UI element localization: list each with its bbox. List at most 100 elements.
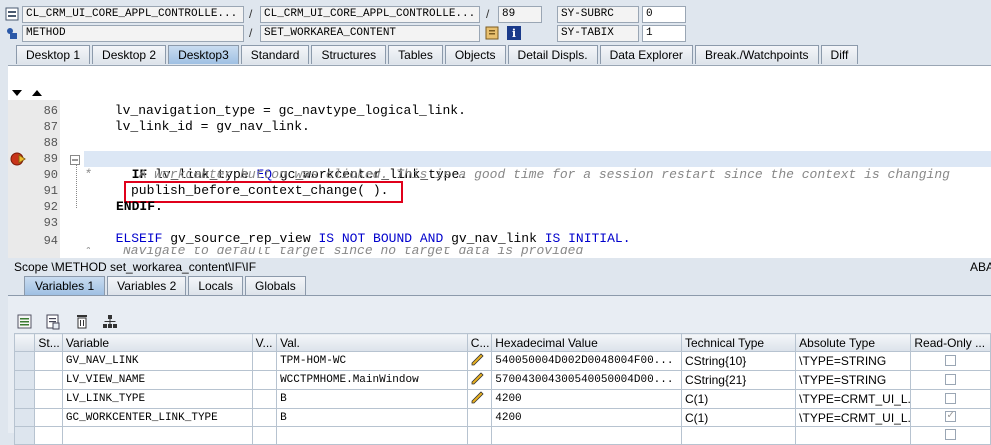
table-row[interactable] <box>13 426 991 445</box>
code-line-86[interactable]: lv_navigation_type = gc_navtype_logical_… <box>68 103 466 119</box>
cell-variable[interactable]: LV_VIEW_NAME <box>61 370 253 390</box>
variables-table: St... Variable V... Val. C... Hexadecima… <box>13 333 991 445</box>
column-c[interactable]: C... <box>466 333 493 352</box>
cell-val[interactable]: B <box>276 408 468 427</box>
cell-v <box>251 408 278 427</box>
code-line-93[interactable]: ELSEIF gv_source_rep_view IS NOT BOUND A… <box>100 215 631 246</box>
code-text: gv_source_rep_view <box>162 231 319 246</box>
cell-variable[interactable]: GV_NAV_LINK <box>61 351 253 371</box>
editor-clip: * Navigate to default target since no ta… <box>68 247 991 257</box>
tab-variables-1[interactable]: Variables 1 <box>24 276 106 295</box>
code-line-95-comment[interactable]: * Navigate to default target since no ta… <box>84 247 583 257</box>
line-field[interactable]: 89 <box>498 6 542 23</box>
pencil-icon[interactable] <box>471 372 485 389</box>
tab-desktop-2[interactable]: Desktop 2 <box>92 45 167 64</box>
new-tool-icon[interactable] <box>44 313 62 331</box>
cell-variable[interactable]: LV_LINK_TYPE <box>61 389 253 409</box>
pencil-icon[interactable] <box>471 391 485 408</box>
table-row[interactable]: LV_VIEW_NAME WCCTPMHOME.MainWindow 57004… <box>13 370 991 390</box>
column-technical-type[interactable]: Technical Type <box>680 333 797 352</box>
code-line-91[interactable]: publish_before_context_change( ). <box>131 183 388 199</box>
event-type-field[interactable]: METHOD <box>22 25 244 42</box>
tab-structures[interactable]: Structures <box>311 45 387 64</box>
scope-right-text: ABA <box>970 260 991 274</box>
code-line-89[interactable]: IF lv_link_type EQ gc_workcenter_link_ty… <box>116 151 467 182</box>
read-only-checkbox-checked[interactable]: ✓ <box>945 411 957 423</box>
tab-globals[interactable]: Globals <box>245 276 306 295</box>
tab-objects[interactable]: Objects <box>444 45 506 64</box>
cell-technical-type: CString{10} <box>680 351 797 371</box>
row-selector[interactable] <box>13 351 36 371</box>
sy-tabix-label: SY-TABIX <box>557 25 639 42</box>
line-number: 92 <box>43 200 58 214</box>
tab-diff[interactable]: Diff <box>820 45 859 64</box>
code-line-92[interactable]: ENDIF. <box>116 199 163 215</box>
cell-val[interactable] <box>276 426 468 445</box>
scope-text: Scope \METHOD set_workarea_content\IF\IF <box>14 260 257 274</box>
read-only-checkbox[interactable] <box>945 354 957 366</box>
table-row[interactable]: GC_WORKCENTER_LINK_TYPE B 4200 C(1) \TYP… <box>13 408 991 427</box>
column-v[interactable]: V... <box>251 333 278 352</box>
tab-data-explorer[interactable]: Data Explorer <box>599 45 693 64</box>
row-selector-header[interactable] <box>13 333 36 352</box>
row-selector[interactable] <box>13 408 36 427</box>
include-field[interactable]: CL_CRM_UI_CORE_APPL_CONTROLLE... <box>260 6 480 23</box>
column-hex[interactable]: Hexadecimal Value <box>491 333 682 352</box>
cell-v <box>251 351 278 371</box>
tab-desktop3[interactable]: Desktop3 <box>168 45 239 64</box>
scroll-down-arrow-icon[interactable] <box>12 86 22 96</box>
read-only-checkbox[interactable] <box>945 373 957 385</box>
cell-val[interactable]: B <box>276 389 468 409</box>
column-variable[interactable]: Variable <box>61 333 253 352</box>
column-val[interactable]: Val. <box>276 333 468 352</box>
delete-icon[interactable] <box>73 313 91 331</box>
tab-break-watchpoints[interactable]: Break./Watchpoints <box>694 45 819 64</box>
row-selector[interactable] <box>13 426 36 445</box>
breakpoint-icon[interactable] <box>10 151 26 167</box>
code-line-87[interactable]: lv_link_id = gv_nav_link. <box>68 119 310 135</box>
cell-variable[interactable] <box>61 426 253 445</box>
cell-technical-type: CString{21} <box>680 370 797 390</box>
event-field[interactable]: SET_WORKAREA_CONTENT <box>260 25 480 42</box>
fold-guide <box>76 158 77 208</box>
read-only-checkbox[interactable] <box>945 392 957 404</box>
tab-standard[interactable]: Standard <box>240 45 310 64</box>
row-selector[interactable] <box>13 370 36 390</box>
collapse-icon[interactable] <box>70 154 80 165</box>
sy-tabix-value[interactable]: 1 <box>642 25 686 42</box>
navigate-icon[interactable] <box>485 25 501 41</box>
line-number: 93 <box>43 216 58 230</box>
cell-absolute-type: \TYPE=STRING <box>795 370 912 390</box>
column-read-only[interactable]: Read-Only ... <box>910 333 991 352</box>
cell-change[interactable] <box>466 389 493 409</box>
info-icon[interactable]: i <box>506 25 522 41</box>
table-row[interactable]: GV_NAV_LINK TPM-HOM-WC 540050004D002D004… <box>13 351 991 371</box>
tab-desktop-1[interactable]: Desktop 1 <box>16 45 91 64</box>
cell-val[interactable]: WCCTPMHOME.MainWindow <box>276 370 468 390</box>
details-icon[interactable] <box>16 313 34 331</box>
cell-technical-type <box>680 426 797 445</box>
cell-val[interactable]: TPM-HOM-WC <box>276 351 468 371</box>
cell-variable[interactable]: GC_WORKCENTER_LINK_TYPE <box>61 408 253 427</box>
read-only-checkbox[interactable] <box>945 429 957 441</box>
pencil-icon[interactable] <box>471 353 485 370</box>
tab-detail-displs[interactable]: Detail Displs. <box>507 45 598 64</box>
line-number: 90 <box>43 168 58 182</box>
desktop-tabs: Desktop 1 Desktop 2 Desktop3 Standard St… <box>16 45 860 64</box>
cell-read-only <box>910 351 991 371</box>
variable-tabs: Variables 1 Variables 2 Locals Globals <box>24 276 308 295</box>
column-absolute-type[interactable]: Absolute Type <box>795 333 912 352</box>
column-st[interactable]: St... <box>34 333 63 352</box>
table-row[interactable]: LV_LINK_TYPE B 4200 C(1) \TYPE=CRMT_UI_L… <box>13 389 991 409</box>
hierarchy-icon[interactable] <box>101 313 119 331</box>
program-field[interactable]: CL_CRM_UI_CORE_APPL_CONTROLLE... <box>22 6 244 23</box>
scroll-up-arrow-icon[interactable] <box>32 86 42 96</box>
tab-locals[interactable]: Locals <box>188 276 243 295</box>
cell-read-only <box>910 389 991 409</box>
cell-change[interactable] <box>466 370 493 390</box>
row-selector[interactable] <box>13 389 36 409</box>
sy-subrc-value[interactable]: 0 <box>642 6 686 23</box>
tab-variables-2[interactable]: Variables 2 <box>107 276 187 295</box>
cell-change[interactable] <box>466 351 493 371</box>
tab-tables[interactable]: Tables <box>388 45 443 64</box>
